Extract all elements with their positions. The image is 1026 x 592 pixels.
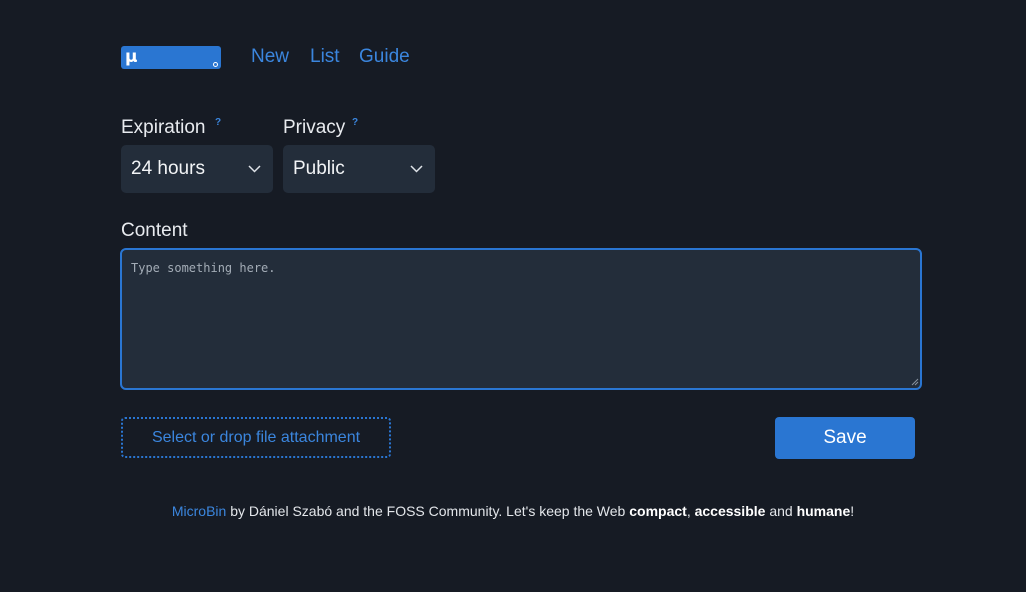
logo-glyph: μ (125, 47, 138, 67)
content-textarea[interactable] (120, 248, 922, 390)
logo-icon[interactable]: μ (121, 46, 221, 69)
footer-end: ! (850, 503, 855, 519)
footer-word-compact: compact (629, 503, 687, 519)
expiration-label: Expiration (121, 117, 206, 138)
logo-dot (213, 62, 218, 67)
expiration-select[interactable]: 24 hours (121, 145, 273, 193)
content-label: Content (121, 220, 188, 241)
footer-separator: and (765, 503, 797, 519)
resize-grip-icon[interactable] (911, 378, 919, 386)
expiration-selected-value: 24 hours (131, 158, 205, 179)
nav-link-list[interactable]: List (310, 44, 340, 70)
footer: MicroBin by Dániel Szabó and the FOSS Co… (0, 501, 1026, 521)
save-button[interactable]: Save (775, 417, 915, 459)
footer-text: by Dániel Szabó and the FOSS Community. … (226, 503, 630, 519)
chevron-down-icon (248, 145, 261, 193)
footer-word-humane: humane (796, 503, 851, 519)
nav-link-guide[interactable]: Guide (359, 44, 410, 70)
chevron-down-icon (410, 145, 423, 193)
footer-microbin-link[interactable]: MicroBin (172, 503, 226, 519)
privacy-label: Privacy (283, 117, 346, 138)
footer-separator: , (686, 503, 695, 519)
nav-link-new[interactable]: New (251, 44, 289, 70)
microbin-page: μ New List Guide Expiration ? 24 hours P… (0, 0, 1026, 592)
privacy-help-link[interactable]: ? (352, 117, 358, 128)
expiration-help-link[interactable]: ? (215, 117, 221, 128)
privacy-select[interactable]: Public (283, 145, 435, 193)
file-attachment-dropzone[interactable]: Select or drop file attachment (121, 417, 391, 458)
privacy-selected-value: Public (293, 158, 345, 179)
footer-word-accessible: accessible (694, 503, 766, 519)
